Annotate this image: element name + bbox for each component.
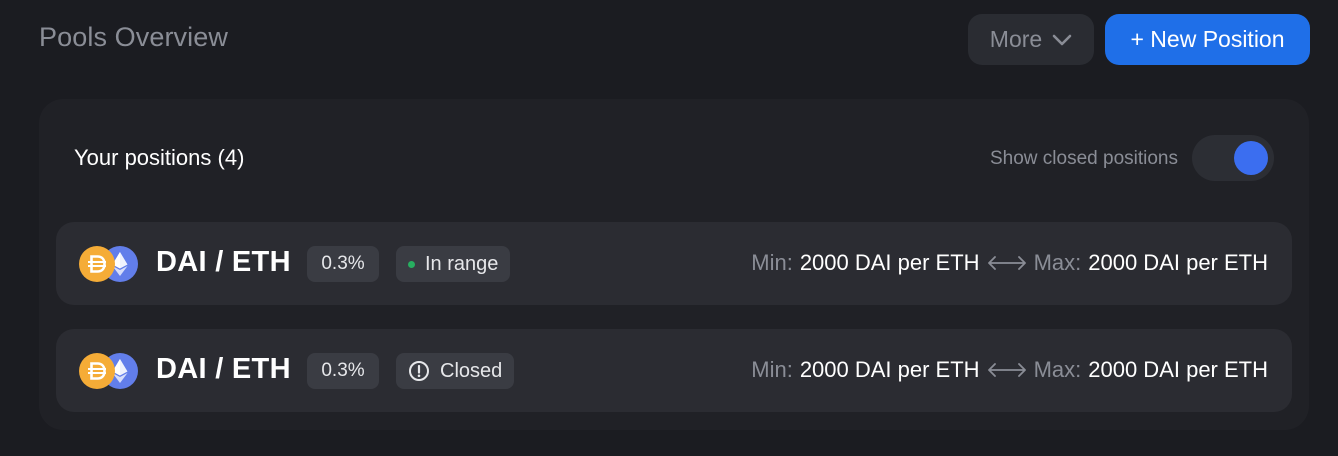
max-label: Max: [1033, 250, 1082, 275]
show-closed-label: Show closed positions [990, 148, 1178, 169]
status-badge: Closed [396, 353, 515, 389]
new-position-button[interactable]: + New Position [1105, 14, 1310, 65]
page-title: Pools Overview [39, 22, 228, 52]
status-badge: In range [396, 246, 511, 282]
token-pair-icons [79, 246, 139, 282]
chevron-down-icon [1052, 34, 1072, 45]
min-label: Min: [751, 250, 793, 275]
double-arrow-icon [987, 256, 1026, 270]
dai-icon [79, 353, 115, 389]
alert-circle-icon [409, 361, 429, 381]
positions-panel: Your positions (4) Show closed positions [39, 99, 1309, 430]
max-label: Max: [1033, 357, 1082, 382]
status-label: In range [425, 252, 499, 275]
dai-icon [79, 246, 115, 282]
show-closed-toggle[interactable] [1192, 135, 1274, 181]
max-value: 2000 DAI per ETH [1088, 250, 1268, 275]
fee-badge: 0.3% [307, 246, 379, 282]
pools-overview-page: Pools Overview More + New Position Your … [0, 0, 1338, 456]
min-label: Min: [751, 357, 793, 382]
min-value: 2000 DAI per ETH [799, 250, 980, 275]
max-value: 2000 DAI per ETH [1088, 357, 1268, 382]
pair-name: DAI / ETH [156, 246, 291, 278]
more-button[interactable]: More [968, 14, 1094, 65]
in-range-dot-icon [408, 260, 415, 268]
min-value: 2000 DAI per ETH [799, 357, 980, 382]
status-label: Closed [440, 359, 503, 382]
position-row[interactable]: DAI / ETH 0.3% Closed Min: 2000 DAI per … [56, 329, 1292, 412]
positions-title: Your positions (4) [74, 145, 245, 170]
token-pair-icons [79, 353, 139, 389]
position-row[interactable]: DAI / ETH 0.3% In range Min: 2000 DAI pe… [56, 222, 1292, 305]
double-arrow-icon [987, 363, 1026, 377]
price-range: Min: 2000 DAI per ETH Max: 2000 DAI per … [751, 250, 1268, 276]
price-range: Min: 2000 DAI per ETH Max: 2000 DAI per … [751, 357, 1268, 383]
fee-badge: 0.3% [307, 353, 379, 389]
pair-name: DAI / ETH [156, 353, 291, 385]
more-button-label: More [989, 26, 1043, 52]
toggle-knob [1234, 141, 1268, 175]
